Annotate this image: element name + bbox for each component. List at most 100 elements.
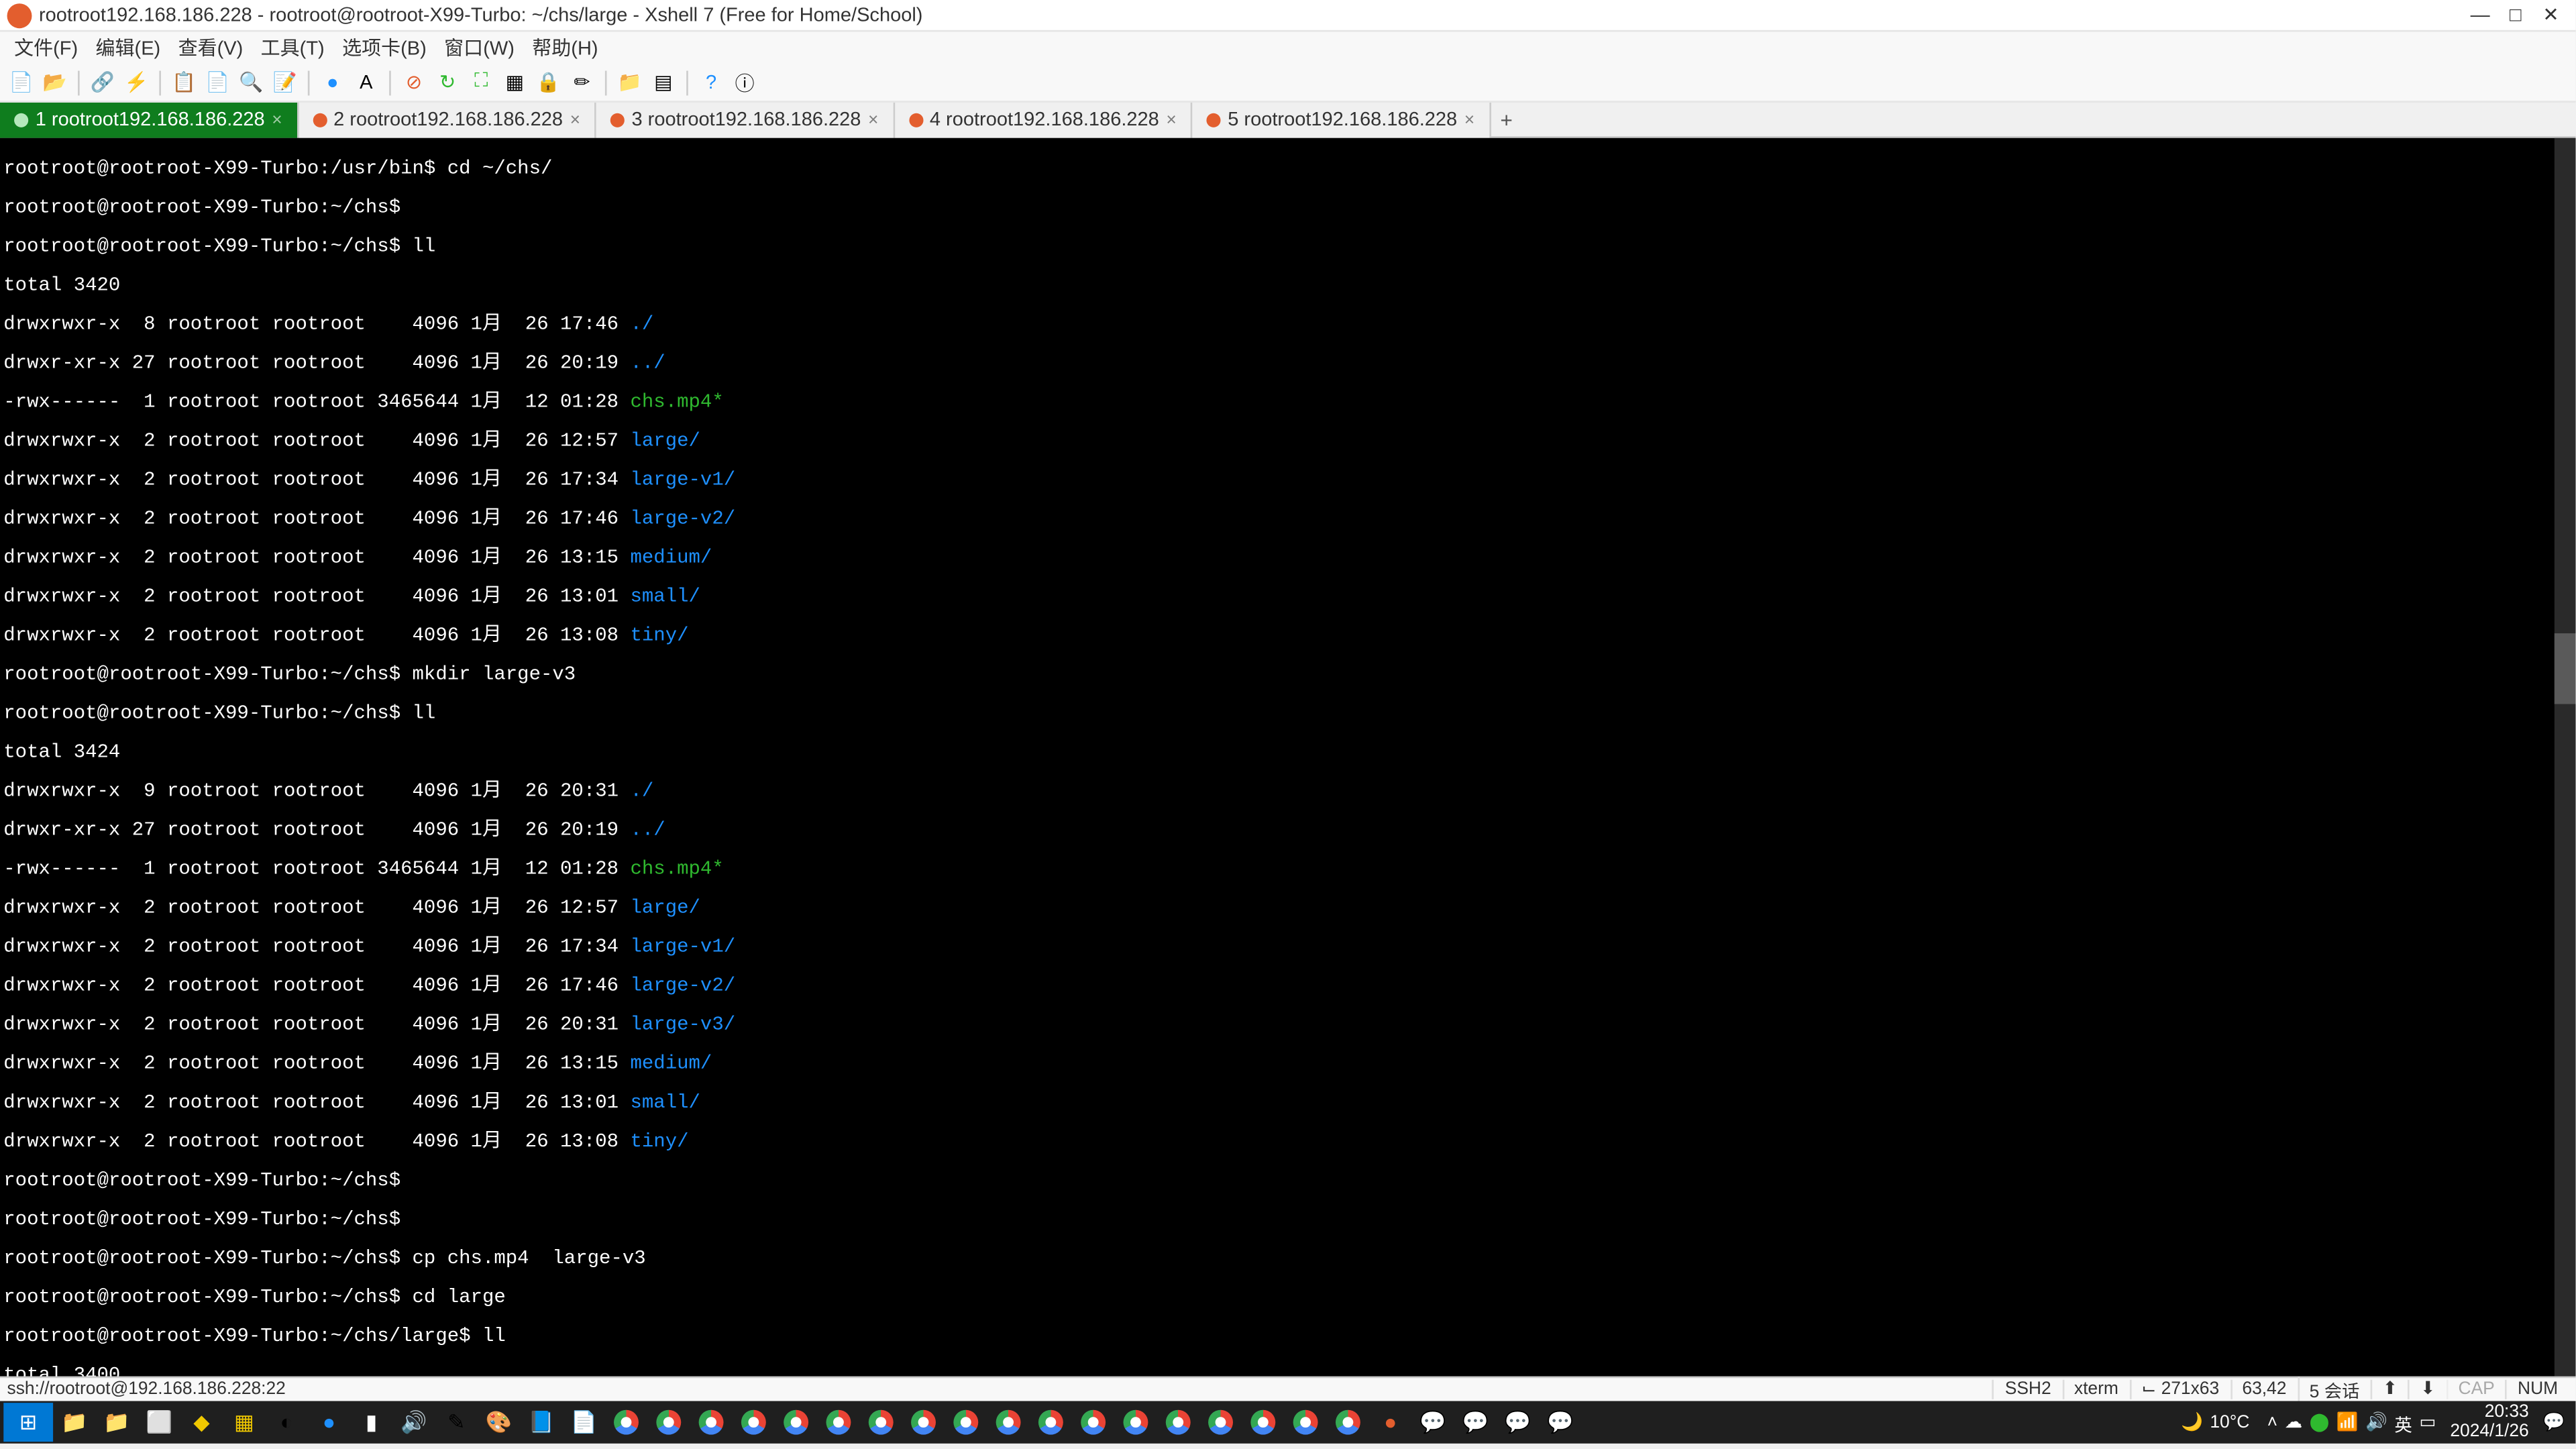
- app-icon[interactable]: ▦: [223, 1403, 265, 1442]
- app-icon[interactable]: 📄: [563, 1403, 605, 1442]
- taskbar-clock[interactable]: 20:33 2024/1/26: [2443, 1403, 2536, 1442]
- copy-icon[interactable]: 📋: [170, 68, 198, 97]
- paste-icon[interactable]: 📄: [203, 68, 231, 97]
- scroll-thumb[interactable]: [2555, 633, 2576, 704]
- chrome-icon[interactable]: [1114, 1403, 1157, 1442]
- menu-help[interactable]: 帮助(H): [525, 34, 605, 62]
- separator: [78, 70, 80, 95]
- properties-icon[interactable]: 📝: [270, 68, 299, 97]
- wechat-icon[interactable]: 💬: [1454, 1403, 1497, 1442]
- wechat-icon[interactable]: 💬: [1539, 1403, 1581, 1442]
- explorer-icon[interactable]: 📁: [95, 1403, 138, 1442]
- menu-view[interactable]: 查看(V): [171, 34, 250, 62]
- xshell-icon[interactable]: ●: [1369, 1403, 1411, 1442]
- wechat-icon[interactable]: 💬: [1497, 1403, 1539, 1442]
- terminal-icon[interactable]: ▮: [350, 1403, 392, 1442]
- tab-close-icon[interactable]: ×: [868, 111, 878, 130]
- tile-icon[interactable]: ▦: [500, 68, 529, 97]
- chrome-icon[interactable]: [902, 1403, 945, 1442]
- help-icon[interactable]: ?: [697, 68, 725, 97]
- chevron-up-icon[interactable]: ˄: [2267, 1413, 2277, 1432]
- tab-close-icon[interactable]: ×: [1166, 111, 1176, 130]
- maximize-button[interactable]: □: [2498, 5, 2533, 26]
- terminal[interactable]: rootroot@rootroot-X99-Turbo:/usr/bin$ cd…: [0, 138, 2575, 1377]
- tray-icon[interactable]: ⬤: [2310, 1413, 2330, 1432]
- menu-tab[interactable]: 选项卡(B): [335, 34, 434, 62]
- minimize-button[interactable]: —: [2463, 5, 2498, 26]
- tray-icon[interactable]: 📶: [2337, 1413, 2359, 1432]
- layout-icon[interactable]: ▤: [649, 68, 678, 97]
- app-icon[interactable]: 🎨: [478, 1403, 520, 1442]
- menu-tools[interactable]: 工具(T): [254, 34, 331, 62]
- lock-icon[interactable]: 🔒: [534, 68, 562, 97]
- disconnect-icon[interactable]: ⚡: [122, 68, 150, 97]
- wechat-icon[interactable]: 💬: [1411, 1403, 1454, 1442]
- menu-file[interactable]: 文件(F): [7, 34, 85, 62]
- menu-edit[interactable]: 编辑(E): [89, 34, 168, 62]
- tab-1[interactable]: 1 rootroot192.168.186.228×: [0, 103, 298, 138]
- scrollbar[interactable]: [2555, 138, 2576, 1377]
- terminal-line: drwxrwxr-x 9 rootroot rootroot 4096 1月 2…: [3, 784, 2572, 803]
- app-icon[interactable]: ⬜: [138, 1403, 180, 1442]
- terminal-line: -rwx------ 1 rootroot rootroot 3465644 1…: [3, 394, 2572, 414]
- font-icon[interactable]: A: [352, 68, 380, 97]
- fullscreen-icon[interactable]: ⛶: [467, 68, 495, 97]
- info-icon[interactable]: ⓘ: [731, 68, 759, 97]
- terminal-line: drwxrwxr-x 2 rootroot rootroot 4096 1月 2…: [3, 628, 2572, 647]
- terminal-line: drwxrwxr-x 2 rootroot rootroot 4096 1月 2…: [3, 472, 2572, 492]
- separator: [389, 70, 391, 95]
- app-icon[interactable]: 🔊: [392, 1403, 435, 1442]
- notifications-icon[interactable]: 💬: [2543, 1413, 2565, 1432]
- highlight-icon[interactable]: ✏: [568, 68, 596, 97]
- status-size: ⌙ 271x63: [2129, 1380, 2230, 1399]
- chrome-icon[interactable]: [1157, 1403, 1199, 1442]
- chrome-icon[interactable]: [605, 1403, 647, 1442]
- app-icon[interactable]: ◆: [180, 1403, 223, 1442]
- chrome-icon[interactable]: [945, 1403, 987, 1442]
- chrome-icon[interactable]: [1284, 1403, 1326, 1442]
- chrome-icon[interactable]: [775, 1403, 817, 1442]
- chrome-icon[interactable]: [690, 1403, 732, 1442]
- chrome-icon[interactable]: [1242, 1403, 1284, 1442]
- tray-icon[interactable]: ☁: [2285, 1413, 2302, 1432]
- app-icon[interactable]: 📘: [520, 1403, 562, 1442]
- tab-close-icon[interactable]: ×: [1464, 111, 1474, 130]
- tab-5[interactable]: 5 rootroot192.168.186.228×: [1193, 103, 1491, 138]
- terminal-line: -rwx------ 1 rootroot rootroot 3465644 1…: [3, 861, 2572, 881]
- open-icon[interactable]: 📂: [41, 68, 69, 97]
- chrome-icon[interactable]: [1072, 1403, 1114, 1442]
- chrome-icon[interactable]: [987, 1403, 1029, 1442]
- close-button[interactable]: ✕: [2533, 3, 2569, 26]
- tab-close-icon[interactable]: ×: [272, 111, 282, 130]
- chrome-icon[interactable]: [817, 1403, 859, 1442]
- add-tab-button[interactable]: +: [1491, 103, 1522, 136]
- chrome-icon[interactable]: [860, 1403, 902, 1442]
- separator: [686, 70, 688, 95]
- explorer-icon[interactable]: 📁: [53, 1403, 95, 1442]
- chrome-icon[interactable]: [1199, 1403, 1242, 1442]
- start-button[interactable]: ⊞: [3, 1403, 53, 1442]
- chrome-icon[interactable]: [1327, 1403, 1369, 1442]
- tab-2[interactable]: 2 rootroot192.168.186.228×: [298, 103, 596, 138]
- folder-icon[interactable]: 📁: [616, 68, 644, 97]
- stop-icon[interactable]: ⊘: [400, 68, 428, 97]
- app-icon[interactable]: ✎: [435, 1403, 478, 1442]
- ime-icon[interactable]: 英: [2394, 1409, 2412, 1436]
- new-session-icon[interactable]: 📄: [7, 68, 36, 97]
- tab-close-icon[interactable]: ×: [570, 111, 580, 130]
- app-icon[interactable]: ◐: [266, 1403, 308, 1442]
- tab-3[interactable]: 3 rootroot192.168.186.228×: [596, 103, 894, 138]
- color-icon[interactable]: ●: [319, 68, 347, 97]
- chrome-icon[interactable]: [647, 1403, 690, 1442]
- search-icon[interactable]: 🔍: [237, 68, 265, 97]
- tray-icon[interactable]: 🔊: [2365, 1413, 2387, 1432]
- tab-4[interactable]: 4 rootroot192.168.186.228×: [894, 103, 1192, 138]
- chrome-icon[interactable]: [733, 1403, 775, 1442]
- weather-widget[interactable]: 🌙 10°C: [2170, 1413, 2260, 1432]
- refresh-icon[interactable]: ↻: [433, 68, 462, 97]
- app-icon[interactable]: ●: [308, 1403, 350, 1442]
- tray-icon[interactable]: ▭: [2419, 1413, 2436, 1432]
- menu-window[interactable]: 窗口(W): [437, 34, 522, 62]
- chrome-icon[interactable]: [1030, 1403, 1072, 1442]
- reconnect-icon[interactable]: 🔗: [89, 68, 117, 97]
